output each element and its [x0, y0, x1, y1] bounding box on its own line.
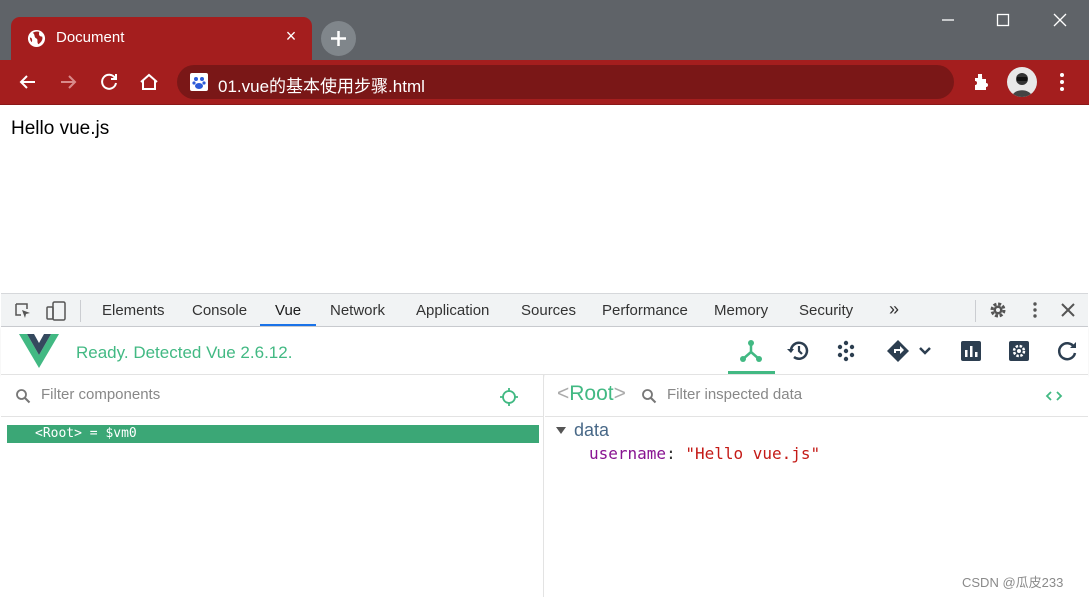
close-devtools-icon[interactable]	[1058, 300, 1078, 320]
tab-close-icon[interactable]: ×	[282, 27, 300, 45]
reload-icon[interactable]	[97, 70, 121, 94]
code-icon[interactable]	[1044, 386, 1064, 406]
back-icon[interactable]	[16, 70, 40, 94]
tab-console[interactable]: Console	[192, 302, 247, 319]
refresh-icon[interactable]	[1054, 338, 1080, 364]
vue-settings-icon[interactable]	[1006, 338, 1032, 364]
devtools-tabbar: Elements Console Vue Network Application…	[1, 293, 1088, 327]
home-icon[interactable]	[137, 70, 161, 94]
new-tab-button[interactable]	[321, 21, 356, 56]
tab-application[interactable]: Application	[416, 302, 489, 319]
forward-icon[interactable]	[56, 70, 80, 94]
browser-titlebar: Document ×	[0, 0, 1089, 60]
tab-sources[interactable]: Sources	[521, 302, 576, 319]
globe-icon	[27, 29, 46, 48]
tab-performance[interactable]: Performance	[602, 302, 688, 319]
extensions-icon[interactable]	[969, 70, 993, 94]
plus-icon	[331, 31, 346, 46]
more-tabs-button[interactable]: »	[889, 299, 899, 320]
active-tab-indicator	[260, 324, 316, 326]
page-text: Hello vue.js	[11, 118, 110, 139]
search-icon	[16, 389, 31, 404]
url-text: 01.vue的基本使用步骤.html	[218, 77, 425, 96]
components-pane: <Root> = $vm0	[1, 375, 544, 597]
devtools-menu-icon[interactable]	[1025, 300, 1045, 320]
vue-status-text: Ready. Detected Vue 2.6.12.	[76, 343, 293, 362]
active-view-indicator	[728, 371, 775, 374]
tab-divider	[975, 300, 976, 322]
site-favicon-icon	[190, 73, 208, 91]
inspector-pane: <Root> data username: "Hello vue.js"	[545, 375, 1088, 597]
profile-avatar[interactable]	[1007, 67, 1037, 97]
components-icon[interactable]	[738, 338, 764, 364]
page-viewport: Hello vue.js	[1, 105, 1088, 293]
property-value[interactable]: "Hello vue.js"	[685, 444, 820, 463]
browser-toolbar: 01.vue的基本使用步骤.html	[0, 60, 1089, 105]
tab-divider	[80, 300, 81, 322]
property-key: username	[589, 444, 667, 463]
minimize-icon[interactable]	[935, 8, 961, 32]
tab-title: Document	[56, 29, 125, 46]
component-tree-row-root[interactable]: <Root> = $vm0	[7, 425, 539, 443]
search-icon	[642, 389, 657, 404]
data-property-row: username: "Hello vue.js"	[589, 444, 821, 463]
tab-security[interactable]: Security	[799, 302, 853, 319]
close-window-icon[interactable]	[1047, 8, 1073, 32]
tab-elements[interactable]: Elements	[102, 302, 165, 319]
address-bar[interactable]: 01.vue的基本使用步骤.html	[177, 65, 954, 99]
settings-gear-icon[interactable]	[988, 300, 1008, 320]
performance-icon[interactable]	[958, 338, 984, 364]
device-toolbar-icon[interactable]	[46, 301, 68, 321]
routing-icon[interactable]	[885, 338, 933, 364]
select-component-target-icon[interactable]	[499, 387, 519, 407]
vue-logo-icon	[19, 334, 59, 368]
maximize-icon[interactable]	[990, 8, 1016, 32]
tab-memory[interactable]: Memory	[714, 302, 768, 319]
watermark: CSDN @瓜皮233	[962, 575, 1064, 590]
vue-devtools-header: Ready. Detected Vue 2.6.12.	[1, 327, 1088, 375]
inspect-element-icon[interactable]	[13, 301, 33, 321]
inspector-filter-bar: <Root>	[545, 375, 1088, 417]
tab-vue[interactable]: Vue	[275, 302, 301, 319]
data-section-toggle-icon[interactable]	[556, 427, 566, 434]
data-section-label[interactable]: data	[574, 420, 609, 441]
components-filter-input[interactable]	[41, 386, 471, 403]
inspected-component-name: Root	[569, 382, 614, 405]
inspected-component-title: <Root>	[557, 382, 626, 405]
vuex-icon[interactable]	[833, 338, 859, 364]
browser-menu-icon[interactable]	[1050, 70, 1074, 94]
components-filter-bar	[1, 375, 544, 417]
browser-tab[interactable]: Document ×	[11, 17, 312, 60]
history-icon[interactable]	[785, 338, 811, 364]
inspected-data-filter-input[interactable]	[667, 386, 1027, 403]
tab-network[interactable]: Network	[330, 302, 385, 319]
